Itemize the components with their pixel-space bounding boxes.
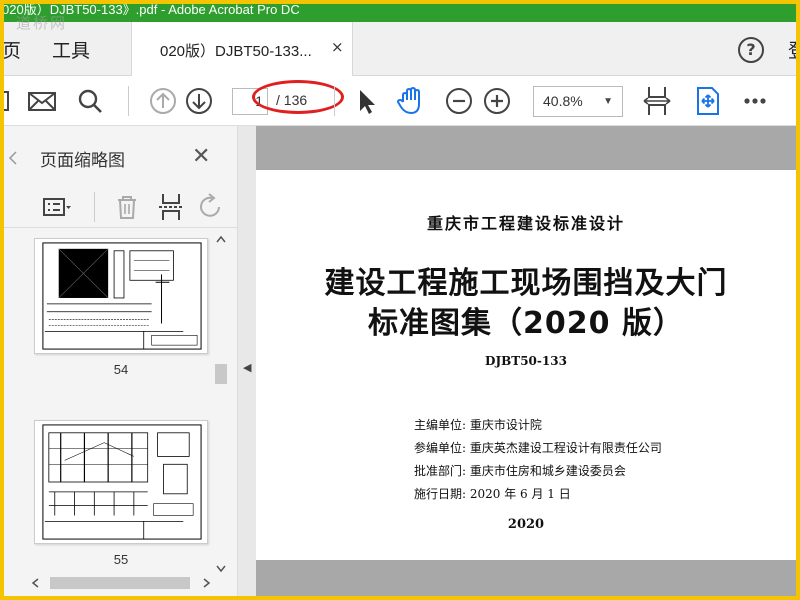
- zoom-out-icon[interactable]: [442, 84, 476, 118]
- help-icon[interactable]: ?: [738, 37, 764, 63]
- panel-toolbar: [4, 186, 238, 228]
- info-effective-date: 施行日期: 2020 年 6 月 1 日: [414, 487, 571, 501]
- previous-page-icon[interactable]: [146, 84, 180, 118]
- document-tab-label: 020版）DJBT50-133...: [160, 43, 312, 60]
- pdf-page: 重庆市工程建设标准设计 建设工程施工现场围挡及大门 标准图集（2020 版） D…: [256, 170, 796, 560]
- panel-separator: [94, 192, 95, 222]
- full-screen-icon[interactable]: [690, 84, 724, 118]
- highlight-annotation: [252, 80, 344, 114]
- extract-page-icon[interactable]: [154, 190, 188, 224]
- document-viewer[interactable]: 重庆市工程建设标准设计 建设工程施工现场围挡及大门 标准图集（2020 版） D…: [256, 126, 796, 596]
- toolbar-separator: [334, 86, 335, 116]
- document-tab[interactable]: 020版）DJBT50-133... ×: [131, 22, 353, 77]
- info-co-editor: 参编单位: 重庆英杰建设工程设计有限责任公司: [414, 441, 662, 455]
- document-title-line-2: 标准图集（2020 版）: [368, 306, 684, 341]
- thumbnail-page-number: 55: [113, 552, 129, 567]
- info-approver: 批准部门: 重庆市住房和城乡建设委员会: [414, 464, 626, 478]
- document-code: DJBT50-133: [485, 354, 567, 368]
- thumbnail-options-icon[interactable]: [40, 190, 74, 224]
- thumbnail-list: 54 55: [4, 234, 238, 574]
- delete-page-icon[interactable]: [110, 190, 144, 224]
- collapse-panel-handle[interactable]: ◀: [238, 126, 256, 596]
- tab-row: 页 工具 020版）DJBT50-133... × ? 登: [4, 22, 796, 77]
- window-title: 020版）DJBT50-133》.pdf - Adobe Acrobat Pro…: [4, 4, 300, 17]
- sign-in-link[interactable]: 登: [788, 36, 796, 63]
- panel-title: 页面缩略图: [40, 151, 125, 171]
- rotate-page-icon[interactable]: [194, 190, 228, 224]
- panel-caret-icon: [8, 151, 17, 165]
- publisher-heading: 重庆市工程建设标准设计: [426, 214, 625, 233]
- chevron-down-icon: ▼: [603, 96, 613, 107]
- thumbnail-page-54[interactable]: [34, 238, 208, 354]
- zoom-level-value: 40.8%: [543, 93, 583, 109]
- mail-icon[interactable]: [25, 84, 59, 118]
- zoom-in-icon[interactable]: [480, 84, 514, 118]
- toolbar: 1 / 136 40.8% ▼: [4, 76, 796, 126]
- horizontal-scrollbar[interactable]: [24, 574, 216, 592]
- thumbnail-page-55[interactable]: [34, 420, 208, 544]
- title-bar: 020版）DJBT50-133》.pdf - Adobe Acrobat Pro…: [4, 4, 796, 22]
- collapse-left-icon: ◀: [243, 361, 252, 374]
- menu-page[interactable]: 页: [4, 36, 21, 63]
- menu-tools[interactable]: 工具: [52, 36, 90, 63]
- select-cursor-icon[interactable]: [348, 84, 382, 118]
- close-tab-icon[interactable]: ×: [331, 38, 344, 56]
- more-options-icon[interactable]: [738, 84, 772, 118]
- toolbar-separator: [128, 86, 129, 116]
- vertical-scrollbar[interactable]: [212, 234, 230, 582]
- thumbnail-panel: 页面缩略图 ✕ 54 55: [4, 126, 238, 596]
- search-icon[interactable]: [73, 84, 107, 118]
- hand-tool-icon[interactable]: [394, 84, 428, 118]
- fit-width-icon[interactable]: [640, 84, 674, 118]
- app-window: 020版）DJBT50-133》.pdf - Adobe Acrobat Pro…: [4, 4, 796, 596]
- thumbnail-page-number: 54: [113, 362, 129, 377]
- close-panel-icon[interactable]: ✕: [192, 144, 210, 169]
- zoom-level-select[interactable]: 40.8% ▼: [533, 86, 623, 117]
- save-icon[interactable]: [4, 84, 16, 118]
- next-page-icon[interactable]: [182, 84, 216, 118]
- info-editor: 主编单位: 重庆市设计院: [414, 418, 542, 432]
- document-title-line-1: 建设工程施工现场围挡及大门: [324, 266, 728, 301]
- document-year: 2020: [507, 517, 545, 532]
